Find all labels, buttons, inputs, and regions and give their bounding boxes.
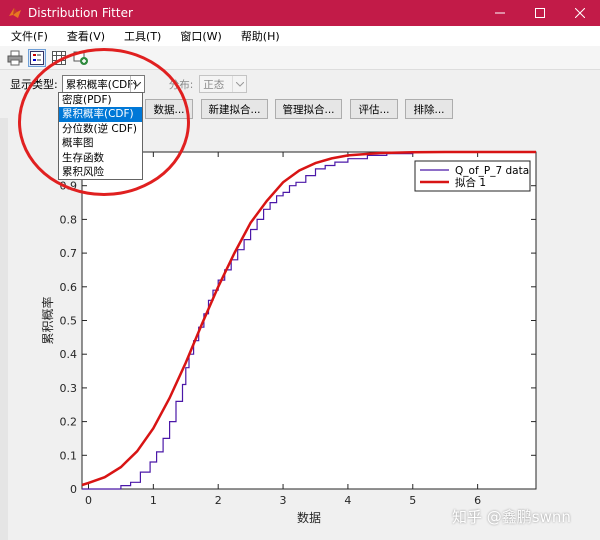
y-tick-label: 0.6 xyxy=(60,281,78,294)
y-tick-label: 0.1 xyxy=(60,449,78,462)
option-pdf[interactable]: 密度(PDF) xyxy=(59,93,142,107)
x-tick-label: 4 xyxy=(344,494,351,507)
x-tick-label: 0 xyxy=(85,494,92,507)
legend-label: 拟合 1 xyxy=(455,176,486,189)
y-tick-label: 0.9 xyxy=(60,180,78,193)
y-axis-label: 累积概率 xyxy=(40,296,55,344)
y-tick-label: 0.3 xyxy=(60,382,78,395)
y-tick-label: 0.2 xyxy=(60,416,78,429)
y-tick-label: 0.4 xyxy=(60,348,78,361)
option-survivor[interactable]: 生存函数 xyxy=(59,151,142,165)
y-tick-label: 0.5 xyxy=(60,315,78,328)
option-cumulative-hazard[interactable]: 累积风险 xyxy=(59,165,142,179)
y-tick-label: 0 xyxy=(70,483,77,496)
option-inverse-cdf[interactable]: 分位数(逆 CDF) xyxy=(59,122,142,136)
cdf-plot: 00.10.20.30.40.50.60.70.80.90 1 2 3 4 5 6数据累积概… xyxy=(40,150,537,525)
x-tick-label: 2 xyxy=(215,494,222,507)
x-tick-label: 3 xyxy=(280,494,287,507)
watermark: 知乎 @鑫鹏swnn xyxy=(452,508,571,526)
x-tick-label: 5 xyxy=(409,494,416,507)
option-probability-plot[interactable]: 概率图 xyxy=(59,136,142,150)
legend-label: Q_of_P_7 data xyxy=(455,165,529,177)
y-tick-label: 0.8 xyxy=(60,213,78,226)
y-tick-label: 0.7 xyxy=(60,247,78,260)
option-cdf[interactable]: 累积概率(CDF) xyxy=(59,107,142,122)
x-tick-label: 1 xyxy=(150,494,157,507)
display-type-dropdown: 密度(PDF) 累积概率(CDF) 分位数(逆 CDF) 概率图 生存函数 累积… xyxy=(58,92,143,180)
x-axis-label: 数据 xyxy=(297,510,321,525)
plot-axes-box xyxy=(81,151,537,490)
